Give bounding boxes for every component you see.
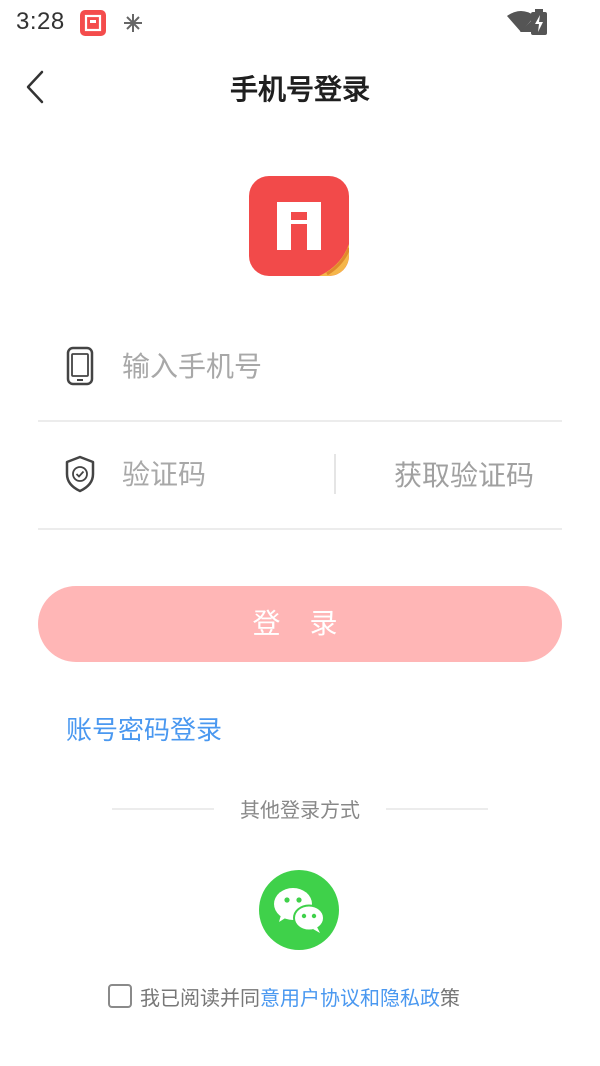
phone-icon: [64, 346, 96, 386]
divider: [334, 454, 336, 494]
verification-code-field: 获取验证码: [38, 420, 562, 530]
status-bar: 3:28: [0, 0, 600, 48]
verification-code-input[interactable]: [122, 452, 322, 496]
app-notification-icon: [80, 10, 106, 36]
privacy-policy-link[interactable]: 隐私政: [380, 986, 440, 1010]
agreement-checkbox[interactable]: [108, 984, 132, 1008]
page-title: 手机号登录: [229, 73, 370, 106]
wechat-login-button[interactable]: [259, 870, 339, 950]
shield-check-icon: [64, 454, 96, 494]
agreement-prefix: 我已阅读并同: [140, 986, 260, 1010]
get-code-button[interactable]: 获取验证码: [394, 454, 534, 494]
bluetooth-off-icon: [120, 10, 146, 36]
wechat-icon: [274, 888, 325, 933]
other-login-label: 其他登录方式: [240, 798, 360, 822]
agreement-and: 和: [360, 986, 380, 1010]
divider: [386, 808, 488, 810]
user-agreement-link[interactable]: 意用户协议: [260, 986, 360, 1010]
app-logo: [249, 176, 349, 276]
phone-field: [38, 312, 562, 422]
login-button[interactable]: 登 录: [38, 586, 562, 662]
password-login-link[interactable]: 账号密码登录: [66, 710, 222, 747]
phone-input[interactable]: [122, 344, 382, 388]
agreement-text: 我已阅读并同意用户协议和隐私政策: [140, 982, 460, 1011]
status-time: 3:28: [16, 8, 65, 35]
battery-charging-icon: [530, 8, 548, 40]
agreement-suffix: 策: [440, 986, 460, 1010]
